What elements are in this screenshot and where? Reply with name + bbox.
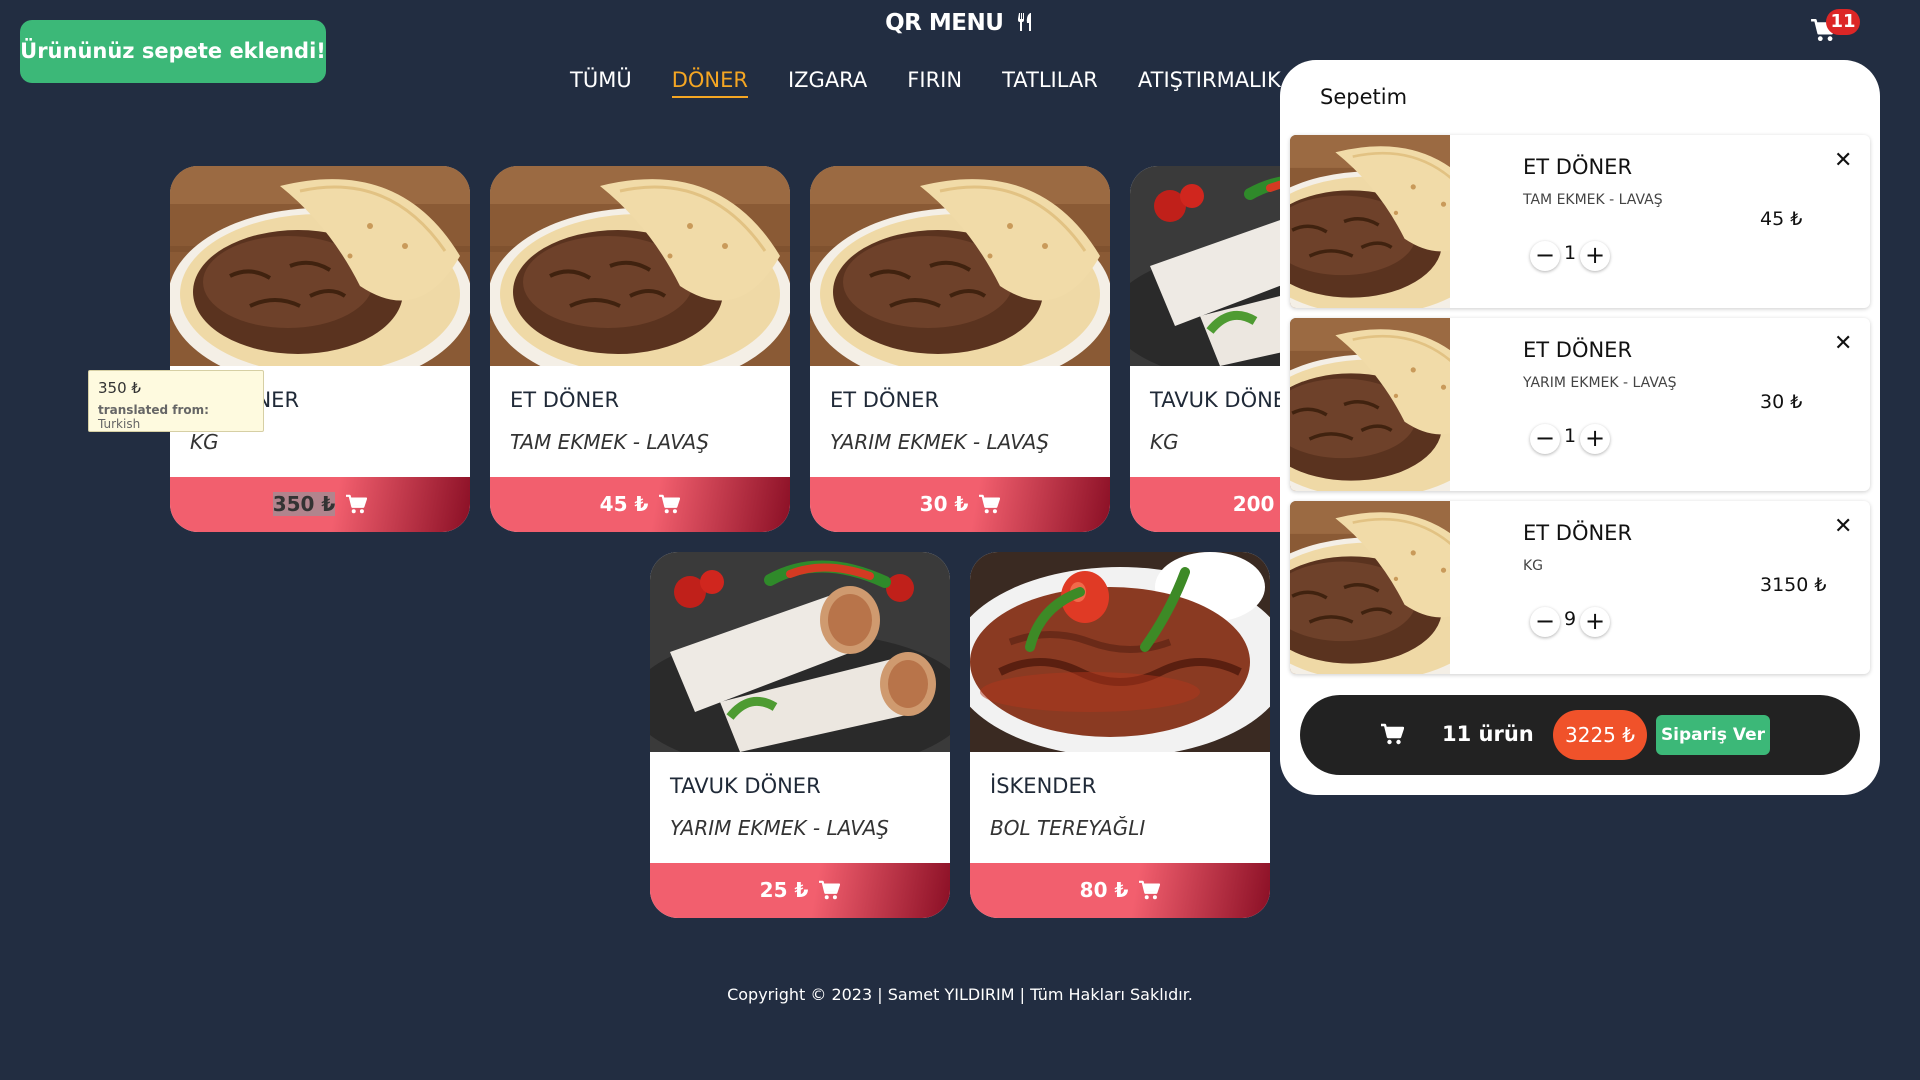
tooltip-label: translated from: [98,403,209,417]
decrease-button[interactable]: − [1530,424,1560,454]
add-to-cart-button[interactable]: 45 ₺ [490,477,790,532]
product-image [490,166,790,366]
quantity-value: 1 [1564,425,1577,447]
cart-item-desc: TAM EKMEK - LAVAŞ [1523,192,1663,208]
cart-item: ET DÖNER KG 3150 ₺ ✕ − 9 + [1290,501,1870,674]
cart-icon [978,494,1000,514]
cart-count-badge: 11 [1826,9,1860,35]
increase-button[interactable]: + [1580,424,1611,454]
product-price: 25 ₺ [759,878,809,902]
cart-item-desc: KG [1523,558,1544,574]
nav-tab-doner[interactable]: DÖNER [671,68,748,98]
cart-item-price: 45 ₺ [1760,208,1803,230]
product-card[interactable]: İSKENDER BOL TEREYAĞLI 80 ₺ [970,552,1270,918]
cart-icon [345,494,367,514]
product-price: 45 ₺ [599,492,649,516]
product-card[interactable]: ET DÖNER KG 350 ₺ [170,166,470,532]
cart-item-count: 11 ürün [1442,722,1534,746]
cart-panel: Sepetim ET DÖNER TAM EKMEK - LAVAŞ 45 ₺ … [1280,60,1880,795]
quantity-value: 9 [1564,608,1577,630]
product-name: TAVUK DÖNER [1150,388,1301,412]
tooltip-value: 350 ₺ [98,379,141,397]
product-name: TAVUK DÖNER [670,774,821,798]
footer-copyright: Copyright © 2023 | Samet YILDIRIM | Tüm … [727,985,1193,1004]
product-price: 350 ₺ [272,492,336,516]
product-desc: KG [190,430,219,454]
utensils-icon [1017,13,1031,31]
nav-tab-tatlilar[interactable]: TATLILAR [1002,68,1098,98]
product-image [650,552,950,752]
remove-item-button[interactable]: ✕ [1834,516,1852,538]
cart-item-image [1290,318,1450,491]
quantity-stepper: − 1 + [1530,424,1611,454]
cart-icon [658,494,680,514]
nav-tab-izgara[interactable]: IZGARA [788,68,867,98]
tooltip-language: Turkish [98,417,141,431]
cart-icon [818,880,840,900]
cart-summary-bar: 11 ürün 3225 ₺ Sipariş Ver [1300,695,1860,775]
product-image [970,552,1270,752]
product-desc: TAM EKMEK - LAVAŞ [510,430,709,454]
product-price: 80 ₺ [1079,878,1129,902]
add-to-cart-button[interactable]: 30 ₺ [810,477,1110,532]
cart-icon [1138,880,1160,900]
quantity-stepper: − 9 + [1530,607,1611,637]
remove-item-button[interactable]: ✕ [1834,150,1852,172]
product-image [810,166,1110,366]
category-nav: TÜMÜ DÖNER IZGARA FIRIN TATLILAR ATIŞTIR… [570,68,1321,98]
tooltip-note: translated from: Turkish [98,403,254,431]
cart-total: 3225 ₺ [1553,710,1647,760]
added-to-cart-toast: Ürününüz sepete eklendi! [20,20,326,83]
product-desc: YARIM EKMEK - LAVAŞ [670,816,889,840]
product-desc: BOL TEREYAĞLI [990,816,1146,840]
add-to-cart-button[interactable]: 350 ₺ [170,477,470,532]
quantity-stepper: − 1 + [1530,241,1611,271]
product-card[interactable]: ET DÖNER YARIM EKMEK - LAVAŞ 30 ₺ [810,166,1110,532]
remove-item-button[interactable]: ✕ [1834,333,1852,355]
product-image [170,166,470,366]
product-name: İSKENDER [990,774,1097,798]
product-price: 30 ₺ [919,492,969,516]
decrease-button[interactable]: − [1530,241,1560,271]
cart-title: Sepetim [1320,85,1408,109]
cart-item-desc: YARIM EKMEK - LAVAŞ [1523,375,1677,391]
cart-item: ET DÖNER TAM EKMEK - LAVAŞ 45 ₺ ✕ − 1 + [1290,135,1870,308]
cart-item-name: ET DÖNER [1523,521,1633,545]
cart-item-name: ET DÖNER [1523,338,1633,362]
add-to-cart-button[interactable]: 25 ₺ [650,863,950,918]
product-name: ET DÖNER [510,388,620,412]
product-desc: YARIM EKMEK - LAVAŞ [830,430,1049,454]
cart-item: ET DÖNER YARIM EKMEK - LAVAŞ 30 ₺ ✕ − 1 … [1290,318,1870,491]
product-card[interactable]: ET DÖNER TAM EKMEK - LAVAŞ 45 ₺ [490,166,790,532]
translation-tooltip: 350 ₺ translated from: Turkish [88,370,264,432]
product-desc: KG [1150,430,1179,454]
cart-icon [1380,723,1404,745]
product-name: ET DÖNER [830,388,940,412]
cart-item-image [1290,135,1450,308]
increase-button[interactable]: + [1580,607,1611,637]
cart-item-price: 30 ₺ [1760,391,1803,413]
place-order-button[interactable]: Sipariş Ver [1656,715,1770,755]
cart-item-price: 3150 ₺ [1760,574,1827,596]
add-to-cart-button[interactable]: 80 ₺ [970,863,1270,918]
increase-button[interactable]: + [1580,241,1611,271]
product-card[interactable]: TAVUK DÖNER YARIM EKMEK - LAVAŞ 25 ₺ [650,552,950,918]
brand-label: QR MENU [885,10,1004,36]
nav-tab-firin[interactable]: FIRIN [907,68,962,98]
decrease-button[interactable]: − [1530,607,1560,637]
nav-tab-tumu[interactable]: TÜMÜ [570,68,632,98]
cart-item-image [1290,501,1450,674]
quantity-value: 1 [1564,242,1577,264]
nav-tab-atistirmalik[interactable]: ATIŞTIRMALIK [1138,68,1281,98]
cart-item-name: ET DÖNER [1523,155,1633,179]
